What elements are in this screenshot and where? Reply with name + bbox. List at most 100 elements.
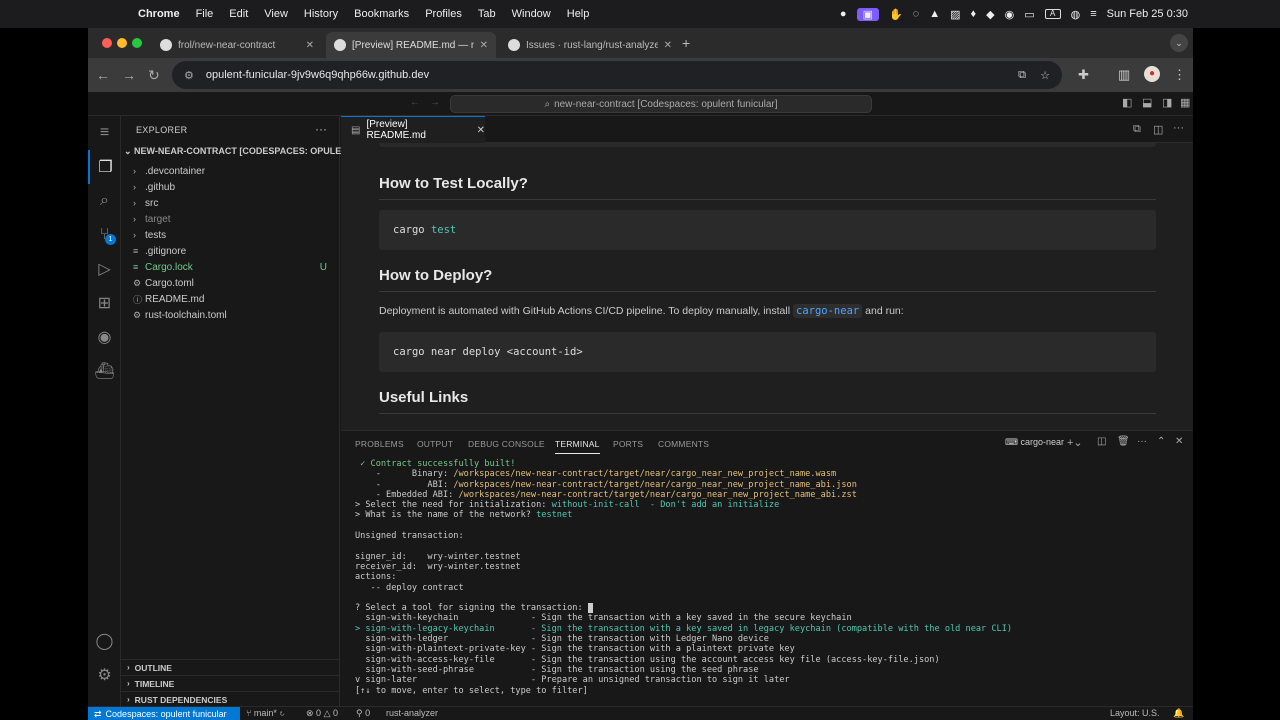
close-tab-icon[interactable]: ✕ <box>664 40 672 51</box>
tab-search-icon[interactable]: ⌄ <box>1170 34 1188 52</box>
close-panel-icon[interactable]: ✕ <box>1175 436 1183 447</box>
tree-item-github[interactable]: › .github <box>121 179 339 195</box>
side-panel-icon[interactable]: ▥ <box>1118 67 1130 83</box>
manage-gear-icon[interactable]: ⚙ <box>88 658 121 692</box>
tab-terminal[interactable]: TERMINAL <box>555 439 600 454</box>
browser-tab-1[interactable]: frol/new-near-contract ✕ <box>152 32 322 58</box>
back-icon[interactable]: ← <box>96 67 110 83</box>
menubar-datetime[interactable]: Sun Feb 25 0:30 <box>1107 8 1188 20</box>
open-source-icon[interactable]: ⧉ <box>1133 123 1141 136</box>
tree-item-tests[interactable]: › tests <box>121 227 339 243</box>
menu-view[interactable]: View <box>256 8 296 20</box>
command-center[interactable]: ⌕ new-near-contract [Codespaces: opulent… <box>450 95 872 113</box>
menu-edit[interactable]: Edit <box>221 8 256 20</box>
new-tab-icon[interactable]: + <box>682 35 690 51</box>
search-icon[interactable]: ⌕ <box>88 184 121 218</box>
nav-back-icon[interactable]: ← <box>410 97 420 108</box>
record-icon[interactable]: ● <box>840 8 847 20</box>
zoom-window-button[interactable] <box>132 38 142 48</box>
toggle-panel-icon[interactable]: ⬓ <box>1142 96 1152 109</box>
menu-tab[interactable]: Tab <box>470 8 504 20</box>
toggle-secondary-sidebar-icon[interactable]: ◨ <box>1162 96 1172 109</box>
github-icon[interactable]: ◉ <box>88 320 121 354</box>
car-icon[interactable]: ◆ <box>986 8 994 21</box>
tab-debug-console[interactable]: DEBUG CONSOLE <box>468 439 545 449</box>
close-window-button[interactable] <box>102 38 112 48</box>
problems-indicator[interactable]: ⊗ 0 △ 0 <box>306 708 338 719</box>
remote-indicator[interactable]: ⇄ Codespaces: opulent funicular <box>88 707 240 720</box>
terminal-output[interactable]: ✓ Contract successfully built! - Binary:… <box>355 459 1185 696</box>
docker-icon[interactable]: ⛴ <box>88 354 121 388</box>
ports-indicator[interactable]: ⚲ 0 <box>356 708 370 719</box>
user-icon[interactable]: ◍ <box>1071 8 1081 21</box>
mic-icon[interactable]: ♦ <box>971 8 977 20</box>
menu-help[interactable]: Help <box>559 8 598 20</box>
rust-analyzer-status[interactable]: rust-analyzer <box>386 708 438 718</box>
hand-icon[interactable]: ✋ <box>889 8 903 21</box>
keyboard-layout[interactable]: Layout: U.S. <box>1110 708 1160 718</box>
screen-share-icon[interactable]: ▣ <box>856 7 879 21</box>
bookmark-star-icon[interactable]: ☆ <box>1040 69 1050 82</box>
chrome-menu-icon[interactable]: ⋮ <box>1173 67 1186 83</box>
pin-icon[interactable]: ▲ <box>929 8 940 20</box>
control-center-icon[interactable]: ≡ <box>1090 8 1096 20</box>
tab-problems[interactable]: PROBLEMS <box>355 439 404 449</box>
wifi-off-icon[interactable]: ◉ <box>1005 8 1015 21</box>
signing-option[interactable]: sign-with-access-key-file - Sign the tra… <box>355 655 1185 665</box>
tree-item-src[interactable]: › src <box>121 195 339 211</box>
tree-item-cargo-toml[interactable]: ⚙ Cargo.toml <box>121 275 339 291</box>
branch-indicator[interactable]: ⑂ main* ↻ <box>246 708 285 718</box>
menu-history[interactable]: History <box>296 8 346 20</box>
extensions-icon[interactable]: ✚ <box>1078 67 1089 83</box>
more-actions-icon[interactable]: ··· <box>315 122 327 136</box>
accounts-icon[interactable]: ◯ <box>88 624 121 658</box>
tree-item-readme[interactable]: ⓘ README.md <box>121 291 339 307</box>
minimize-window-button[interactable] <box>117 38 127 48</box>
tab-output[interactable]: OUTPUT <box>417 439 453 449</box>
tree-item-cargo-lock[interactable]: ≡ Cargo.lock U <box>121 259 339 275</box>
tree-item-target[interactable]: › target <box>121 211 339 227</box>
toggle-sidebar-icon[interactable]: ◧ <box>1122 96 1132 109</box>
tree-item-devcontainer[interactable]: › .devcontainer <box>121 163 339 179</box>
section-rust-dependencies[interactable]: › RUST DEPENDENCIES <box>121 691 339 707</box>
editor-tab-readme-preview[interactable]: ▤ [Preview] README.md ✕ <box>341 116 485 143</box>
new-terminal-icon[interactable]: +⌄ <box>1067 436 1083 449</box>
extensions-icon[interactable]: ⊞ <box>88 286 121 320</box>
signing-option-selected[interactable]: > sign-with-legacy-keychain - Sign the t… <box>355 624 1185 634</box>
menu-profiles[interactable]: Profiles <box>417 8 470 20</box>
section-timeline[interactable]: › TIMELINE <box>121 675 339 691</box>
more-actions-icon[interactable]: ··· <box>1137 436 1147 447</box>
tab-ports[interactable]: PORTS <box>613 439 643 449</box>
menu-chrome[interactable]: Chrome <box>130 8 188 20</box>
customize-layout-icon[interactable]: ▦ <box>1180 96 1190 109</box>
tree-item-rust-toolchain[interactable]: ⚙ rust-toolchain.toml <box>121 307 339 323</box>
menu-bookmarks[interactable]: Bookmarks <box>346 8 417 20</box>
split-editor-icon[interactable]: ◫ <box>1153 123 1163 136</box>
signing-option[interactable]: sign-with-keychain - Sign the transactio… <box>355 613 1185 623</box>
image-icon[interactable]: ▨ <box>950 8 960 21</box>
reload-icon[interactable]: ↻ <box>148 67 160 84</box>
tab-comments[interactable]: COMMENTS <box>658 439 709 449</box>
signing-option[interactable]: v sign-later - Prepare an unsigned trans… <box>355 675 1185 685</box>
source-control-icon[interactable]: ⑂ 1 <box>88 218 121 252</box>
input-source-indicator[interactable]: A <box>1044 9 1061 19</box>
address-bar[interactable]: ⚙ opulent-funicular-9jv9w6q9qhp66w.githu… <box>172 61 1062 89</box>
tree-item-gitignore[interactable]: ≡ .gitignore <box>121 243 339 259</box>
section-outline[interactable]: › OUTLINE <box>121 659 339 675</box>
activity-icon[interactable]: ◌ <box>913 8 920 20</box>
workspace-root[interactable]: ⌄ NEW-NEAR-CONTRACT [CODESPACES: OPULE..… <box>124 146 349 157</box>
forward-icon[interactable]: → <box>122 67 136 83</box>
run-debug-icon[interactable]: ▷ <box>88 252 121 286</box>
signing-option[interactable]: sign-with-ledger - Sign the transaction … <box>355 634 1185 644</box>
menu-window[interactable]: Window <box>504 8 559 20</box>
split-terminal-icon[interactable]: ◫ <box>1097 436 1106 447</box>
site-info-icon[interactable]: ⚙ <box>184 69 194 82</box>
menu-file[interactable]: File <box>188 8 222 20</box>
nav-forward-icon[interactable]: → <box>430 97 440 108</box>
close-icon[interactable]: ✕ <box>477 125 485 136</box>
browser-tab-3[interactable]: Issues · rust-lang/rust-analyzer ✕ <box>500 32 680 58</box>
battery-icon[interactable]: ▭ <box>1024 8 1034 21</box>
menu-icon[interactable]: ≡ <box>88 116 121 150</box>
signing-option[interactable]: sign-with-plaintext-private-key - Sign t… <box>355 644 1185 654</box>
signing-option[interactable]: sign-with-seed-phrase - Sign the transac… <box>355 665 1185 675</box>
